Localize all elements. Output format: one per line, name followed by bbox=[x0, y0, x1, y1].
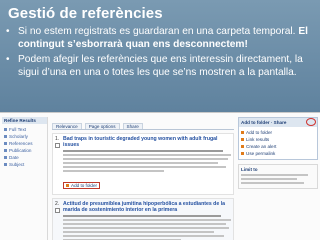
record-abstract-line bbox=[63, 219, 231, 221]
refine-results-header: Refine Results bbox=[2, 117, 47, 124]
add-to-folder-button[interactable]: Add to folder bbox=[63, 182, 101, 189]
bullet-list: • Si no estem registrats es guardaran en… bbox=[6, 26, 314, 82]
refine-item[interactable]: Publication bbox=[2, 147, 47, 154]
bullet-item: • Si no estem registrats es guardaran en… bbox=[6, 26, 314, 51]
bullet-dot-icon: • bbox=[6, 26, 10, 37]
refine-item[interactable]: Scholarly bbox=[2, 133, 47, 140]
record-checkbox[interactable] bbox=[55, 208, 60, 213]
result-record: 1. Bad traps in touristic degraded young… bbox=[52, 133, 234, 195]
facet-line bbox=[241, 174, 308, 176]
share-item[interactable]: Create an alert bbox=[241, 143, 315, 150]
checkbox-icon bbox=[4, 135, 7, 138]
checkbox-icon bbox=[4, 149, 7, 152]
record-abstract-line bbox=[63, 166, 226, 168]
slide-header: Gestió de referències • Si no estem regi… bbox=[0, 0, 320, 112]
facet-line bbox=[241, 178, 297, 180]
record-abstract-line bbox=[63, 162, 218, 164]
record-abstract-line bbox=[63, 150, 223, 152]
refine-item[interactable]: Subject bbox=[2, 161, 47, 168]
embedded-search-screenshot: Refine Results Full Text Scholarly Refer… bbox=[0, 112, 320, 240]
folder-icon bbox=[66, 184, 69, 187]
limit-to-header: Limit to bbox=[241, 167, 258, 172]
record-title-link[interactable]: Bad traps in touristic degraded young wo… bbox=[63, 136, 231, 148]
limit-to-box: Limit to bbox=[238, 164, 318, 189]
share-box: Add to folder · Share Add to folder Link… bbox=[238, 117, 318, 160]
record-abstract-line bbox=[63, 154, 231, 156]
facet-line bbox=[241, 182, 304, 184]
record-title-link[interactable]: Actitud de presumiblea jumitina hipoperb… bbox=[63, 201, 231, 213]
result-record: 2. Actitud de presumiblea jumitina hipop… bbox=[52, 198, 234, 240]
permalink-icon bbox=[241, 152, 244, 155]
checkbox-icon bbox=[4, 163, 7, 166]
bullet-item: • Podem afegir les referències que ens i… bbox=[6, 54, 314, 79]
refine-item[interactable]: Full Text bbox=[2, 126, 47, 133]
checkbox-icon bbox=[4, 128, 7, 131]
right-sidebar: Add to folder · Share Add to folder Link… bbox=[238, 117, 318, 240]
record-abstract-line bbox=[63, 231, 215, 233]
results-list: Relevance Page options Share 1. Bad trap… bbox=[52, 123, 234, 240]
tab-page-options[interactable]: Page options bbox=[84, 123, 120, 129]
alert-icon bbox=[241, 145, 244, 148]
checkbox-icon bbox=[4, 156, 7, 159]
bullet-text: Si no estem registrats es guardaran en u… bbox=[18, 26, 296, 37]
share-box-header[interactable]: Add to folder · Share bbox=[239, 118, 317, 127]
share-item[interactable]: Use permalink bbox=[241, 150, 315, 157]
refine-item[interactable]: Date bbox=[2, 154, 47, 161]
bullet-dot-icon: • bbox=[6, 54, 10, 66]
checkbox-icon bbox=[4, 142, 7, 145]
link-icon bbox=[241, 138, 244, 141]
folder-icon bbox=[241, 131, 244, 134]
record-abstract-line bbox=[63, 235, 225, 237]
slide-title: Gestió de referències bbox=[8, 5, 163, 22]
record-abstract-line bbox=[63, 170, 164, 172]
tab-relevance[interactable]: Relevance bbox=[52, 123, 82, 129]
share-item[interactable]: Add to folder bbox=[241, 129, 315, 136]
record-number: 1. bbox=[55, 136, 60, 142]
bullet-text: Podem afegir les referències que ens int… bbox=[18, 54, 303, 78]
share-item[interactable]: Link results bbox=[241, 136, 315, 143]
record-abstract-line bbox=[63, 215, 221, 217]
tab-share[interactable]: Share bbox=[122, 123, 143, 129]
record-abstract-line bbox=[63, 223, 226, 225]
refine-results-panel: Refine Results Full Text Scholarly Refer… bbox=[2, 117, 48, 240]
record-number: 2. bbox=[55, 201, 60, 207]
record-abstract-line bbox=[63, 158, 228, 160]
results-tab-bar: Relevance Page options Share bbox=[52, 123, 234, 130]
record-abstract-line bbox=[63, 227, 230, 229]
record-checkbox[interactable] bbox=[55, 143, 60, 148]
refine-item[interactable]: References bbox=[2, 140, 47, 147]
highlight-circle bbox=[306, 118, 316, 126]
